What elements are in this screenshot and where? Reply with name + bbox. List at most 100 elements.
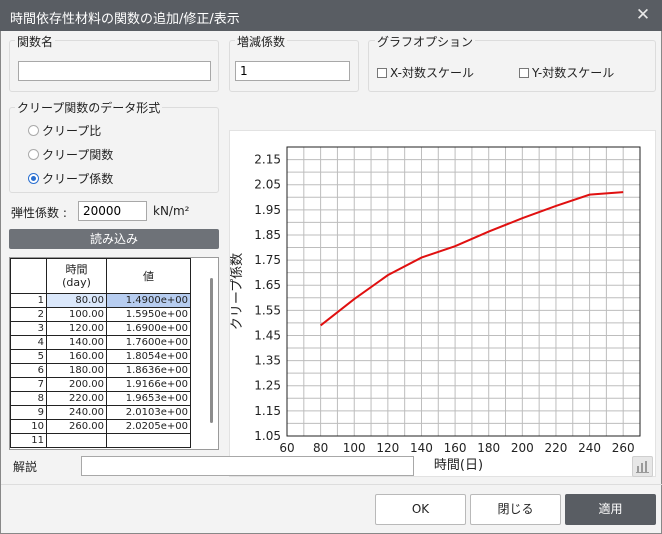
value-cell[interactable]: 1.6900e+00 <box>106 321 191 336</box>
y-tick-label: 1.35 <box>254 354 281 368</box>
x-tick-label: 100 <box>343 441 366 455</box>
close-icon[interactable]: ✕ <box>634 5 652 25</box>
table-scrollbar[interactable] <box>208 262 216 447</box>
dialog-body: 関数名 増減係数 グラフオプション X-対数スケール Y-対数スケール クリープ… <box>0 31 662 534</box>
row-number: 5 <box>10 349 47 364</box>
radio-creep-function-dot[interactable] <box>28 149 39 160</box>
table-row[interactable]: 7 200.00 1.9166e+00 <box>10 377 191 392</box>
chart-icon[interactable] <box>632 456 653 477</box>
value-cell[interactable]: 2.0205e+00 <box>106 419 191 434</box>
bottom-divider <box>1 484 662 485</box>
time-cell[interactable]: 100.00 <box>46 307 107 322</box>
value-cell[interactable]: 1.8636e+00 <box>106 363 191 378</box>
time-cell[interactable] <box>46 433 107 448</box>
value-cell[interactable]: 1.5950e+00 <box>106 307 191 322</box>
row-number: 3 <box>10 321 47 336</box>
close-button[interactable]: 閉じる <box>470 494 561 525</box>
row-number: 11 <box>10 433 47 448</box>
creep-format-label: クリープ関数のデータ形式 <box>15 99 163 116</box>
scale-factor-label: 増減係数 <box>235 33 288 50</box>
function-name-input[interactable] <box>18 61 211 81</box>
table-scrollbar-thumb[interactable] <box>210 278 213 423</box>
radio-creep-coefficient-label: クリープ係数 <box>42 172 114 186</box>
value-cell[interactable]: 1.9653e+00 <box>106 391 191 406</box>
load-button[interactable]: 読み込み <box>9 229 219 249</box>
table-row[interactable]: 9 240.00 2.0103e+00 <box>10 405 191 420</box>
x-tick-label: 140 <box>410 441 433 455</box>
elastic-modulus-unit: kN/m² <box>153 204 190 218</box>
table-row[interactable]: 10 260.00 2.0205e+00 <box>10 419 191 434</box>
table-row[interactable]: 11 <box>10 433 191 448</box>
table-row[interactable]: 5 160.00 1.8054e+00 <box>10 349 191 364</box>
creep-chart: 60 80 100 120 140 160 180 200 220 240 260 1.05 1.15 1… <box>230 146 641 473</box>
radio-creep-ratio[interactable]: クリープ比 <box>28 122 101 139</box>
y-tick-label: 1.55 <box>254 303 281 317</box>
table-row[interactable]: 6 180.00 1.8636e+00 <box>10 363 191 378</box>
y-log-checkbox[interactable]: Y-対数スケール <box>519 64 614 81</box>
time-cell[interactable]: 120.00 <box>46 321 107 336</box>
radio-creep-coefficient-dot[interactable] <box>28 173 39 184</box>
col-header-time: 時間 (day) <box>46 258 107 294</box>
table-row[interactable]: 1 80.00 1.4900e+00 <box>10 293 191 308</box>
description-label: 解説 <box>13 460 38 474</box>
value-cell[interactable]: 1.8054e+00 <box>106 349 191 364</box>
time-cell[interactable]: 220.00 <box>46 391 107 406</box>
y-tick-label: 1.65 <box>254 278 281 292</box>
row-header-corner <box>10 258 47 294</box>
time-cell[interactable]: 240.00 <box>46 405 107 420</box>
x-tick-label: 60 <box>279 441 294 455</box>
x-log-box[interactable] <box>377 67 387 78</box>
row-number: 1 <box>10 293 47 308</box>
description-input[interactable] <box>81 456 414 476</box>
time-cell[interactable]: 200.00 <box>46 377 107 392</box>
row-number: 6 <box>10 363 47 378</box>
elastic-modulus-input[interactable] <box>78 201 147 221</box>
row-number: 9 <box>10 405 47 420</box>
col-header-value: 値 <box>106 258 191 294</box>
time-cell[interactable]: 260.00 <box>46 419 107 434</box>
table-row[interactable]: 4 140.00 1.7600e+00 <box>10 335 191 350</box>
x-tick-label: 220 <box>544 441 567 455</box>
y-tick-label: 2.05 <box>254 178 281 192</box>
time-cell[interactable]: 180.00 <box>46 363 107 378</box>
time-cell[interactable]: 140.00 <box>46 335 107 350</box>
y-tick-label: 1.75 <box>254 253 281 267</box>
table-row[interactable]: 2 100.00 1.5950e+00 <box>10 307 191 322</box>
row-number: 2 <box>10 307 47 322</box>
y-tick-label: 2.15 <box>254 153 281 167</box>
x-log-checkbox[interactable]: X-対数スケール <box>377 64 474 81</box>
x-tick-label: 120 <box>376 441 399 455</box>
radio-creep-ratio-dot[interactable] <box>28 125 39 136</box>
data-table: 時間 (day) 値 1 80.00 1.4900e+00 2 100.00 1.5950… <box>10 258 191 448</box>
y-axis-label: クリープ係数 <box>230 253 245 330</box>
time-cell[interactable]: 160.00 <box>46 349 107 364</box>
y-tick-label: 1.25 <box>254 379 281 393</box>
x-tick-label: 80 <box>313 441 328 455</box>
value-cell[interactable]: 1.4900e+00 <box>106 293 191 308</box>
bar-chart-glyph <box>636 461 649 473</box>
window-title: 時間依存性材料の関数の追加/修正/表示 <box>10 12 240 27</box>
radio-creep-function[interactable]: クリープ関数 <box>28 146 113 163</box>
ok-button[interactable]: OK <box>375 494 466 525</box>
scale-factor-input[interactable] <box>235 61 350 81</box>
value-cell[interactable]: 2.0103e+00 <box>106 405 191 420</box>
function-name-label: 関数名 <box>15 33 56 50</box>
table-row[interactable]: 8 220.00 1.9653e+00 <box>10 391 191 406</box>
row-number: 4 <box>10 335 47 350</box>
value-cell[interactable]: 1.7600e+00 <box>106 335 191 350</box>
row-number: 7 <box>10 377 47 392</box>
table-row[interactable]: 3 120.00 1.6900e+00 <box>10 321 191 336</box>
radio-creep-coefficient[interactable]: クリープ係数 <box>28 170 113 187</box>
apply-button[interactable]: 適用 <box>565 494 656 525</box>
data-grid[interactable]: 時間 (day) 値 1 80.00 1.4900e+00 2 100.00 1.5950… <box>9 257 219 450</box>
value-cell[interactable] <box>106 433 191 448</box>
x-tick-label: 160 <box>444 441 467 455</box>
time-cell[interactable]: 80.00 <box>46 293 107 308</box>
x-tick-label: 180 <box>477 441 500 455</box>
graph-options-label: グラフオプション <box>375 33 476 50</box>
value-cell[interactable]: 1.9166e+00 <box>106 377 191 392</box>
row-number: 8 <box>10 391 47 406</box>
chart-panel: 60 80 100 120 140 160 180 200 220 240 260 1.05 1.15 1… <box>229 130 656 477</box>
y-log-box[interactable] <box>519 67 529 78</box>
x-log-label: X-対数スケール <box>390 66 474 80</box>
